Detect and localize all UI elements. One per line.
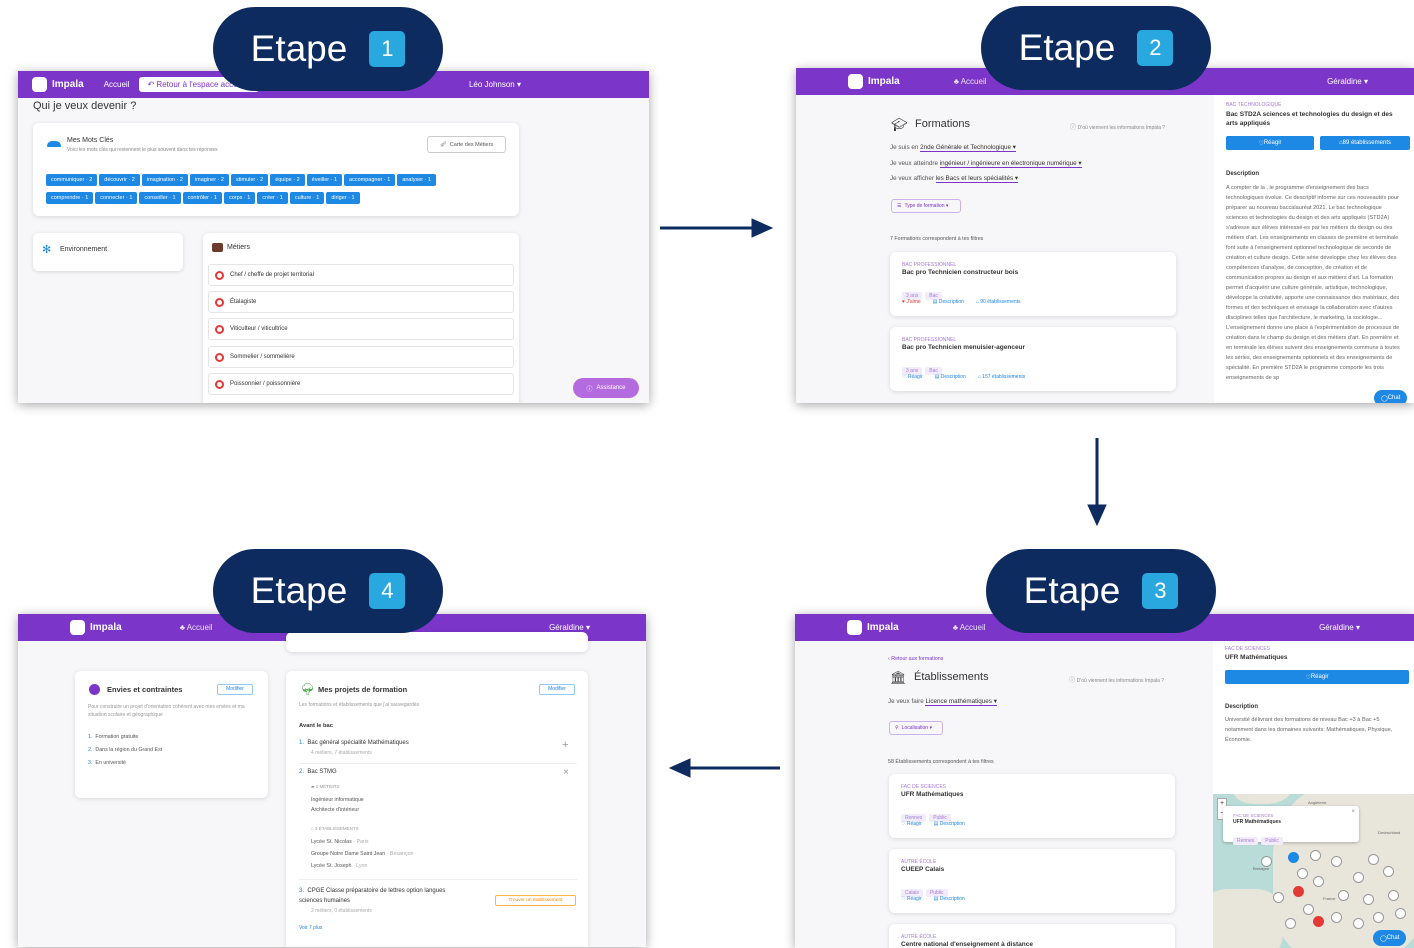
step-number: 3 [1142, 573, 1179, 609]
arrow-3-to-4-head [668, 758, 691, 778]
step-label: Etape [1023, 570, 1121, 611]
step-badge: Etape 1 [213, 7, 443, 91]
step-label: Etape [1018, 27, 1116, 68]
arrow-2-to-3-head [1087, 504, 1107, 527]
flow-arrows [660, 218, 1107, 778]
step-number: 4 [369, 573, 406, 609]
step-badge: Etape 3 [986, 549, 1216, 633]
step-label: Etape [250, 28, 348, 69]
step-badge: Etape 4 [213, 549, 443, 633]
arrow-1-to-2-head [751, 218, 774, 238]
step-badge: Etape 2 [981, 6, 1211, 90]
step-number: 2 [1137, 30, 1174, 66]
step-number: 1 [369, 31, 406, 67]
step-label: Etape [250, 570, 348, 611]
